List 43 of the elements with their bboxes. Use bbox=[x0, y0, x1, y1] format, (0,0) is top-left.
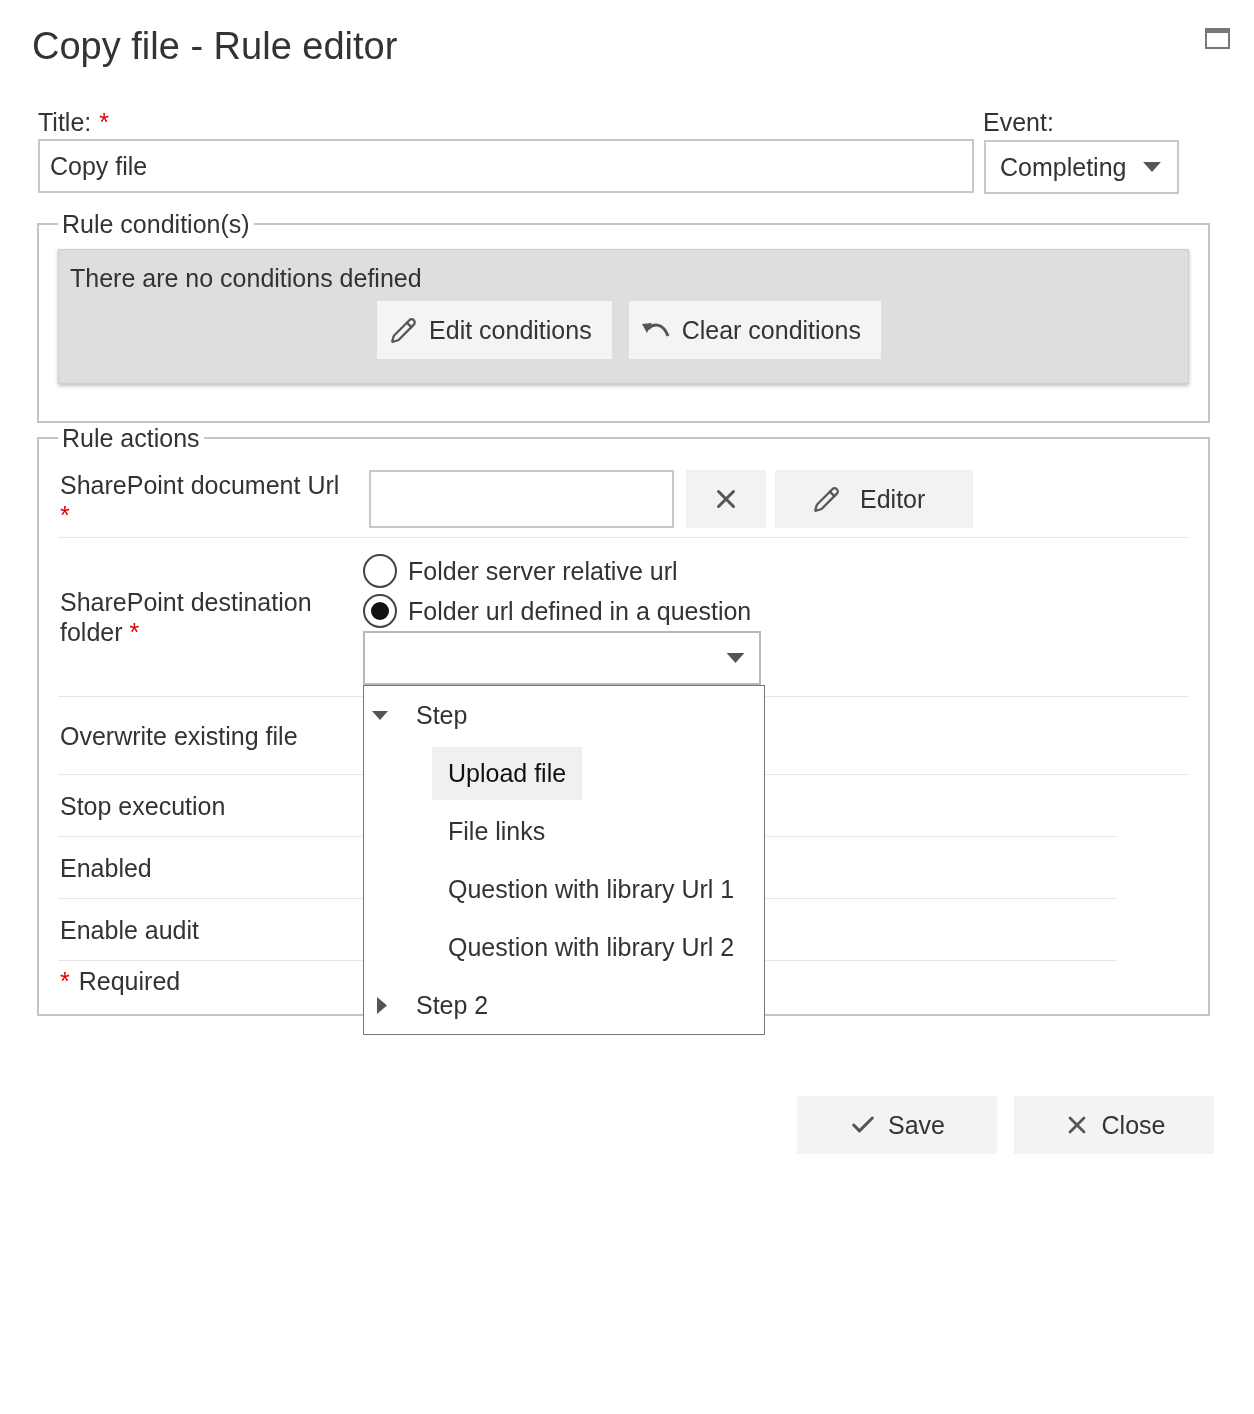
tree-item[interactable]: File links bbox=[432, 804, 562, 858]
title-input[interactable]: Copy file bbox=[38, 139, 974, 193]
section-legend: Rule actions bbox=[58, 423, 204, 453]
required-asterisk: * bbox=[60, 966, 70, 996]
tree-node-label[interactable]: Step 2 bbox=[416, 990, 489, 1020]
save-button[interactable]: Save bbox=[797, 1096, 997, 1154]
editor-button[interactable]: Editor bbox=[775, 470, 973, 528]
required-asterisk: * bbox=[99, 107, 109, 137]
field-label: Overwrite existing file bbox=[60, 720, 298, 751]
edit-conditions-button[interactable]: Edit conditions bbox=[377, 301, 612, 359]
tree-node-label[interactable]: Step bbox=[416, 700, 468, 730]
field-label: Title: bbox=[38, 107, 92, 137]
pencil-icon bbox=[813, 485, 840, 513]
pencil-icon bbox=[390, 316, 418, 344]
tree-item[interactable]: Question with library Url 1 bbox=[432, 862, 751, 916]
maximize-icon[interactable] bbox=[1205, 28, 1230, 49]
field-label: Event: bbox=[983, 107, 1054, 137]
close-button[interactable]: Close bbox=[1014, 1096, 1214, 1154]
undo-icon bbox=[641, 321, 670, 339]
caret-right-icon[interactable] bbox=[377, 996, 387, 1014]
tree-item[interactable]: Upload file bbox=[432, 746, 583, 800]
conditions-message: There are no conditions defined bbox=[70, 264, 422, 292]
field-label: Stop execution bbox=[60, 790, 226, 821]
radio-label[interactable]: Folder url defined in a question bbox=[408, 596, 752, 626]
caret-down-icon[interactable] bbox=[1143, 162, 1161, 172]
clear-conditions-button[interactable]: Clear conditions bbox=[628, 301, 881, 359]
required-asterisk: * bbox=[60, 501, 70, 529]
field-label: Enabled bbox=[60, 852, 152, 883]
radio-button[interactable] bbox=[363, 594, 397, 628]
field-label: SharePoint destination folder * bbox=[60, 587, 313, 647]
radio-label[interactable]: Folder server relative url bbox=[408, 556, 678, 586]
dialog-title: Copy file - Rule editor bbox=[32, 24, 398, 69]
tree-item[interactable]: Question with library Url 2 bbox=[432, 920, 751, 974]
required-note: Required bbox=[78, 966, 181, 996]
radio-button[interactable] bbox=[363, 554, 397, 588]
caret-down-icon[interactable] bbox=[726, 653, 745, 663]
field-label: SharePoint document Url bbox=[60, 471, 340, 499]
clear-url-button[interactable] bbox=[686, 470, 766, 528]
section-legend: Rule condition(s) bbox=[58, 209, 254, 239]
field-label: Enable audit bbox=[60, 914, 199, 945]
caret-down-icon[interactable] bbox=[372, 710, 388, 720]
event-select[interactable]: Completing bbox=[984, 140, 1179, 194]
url-input[interactable] bbox=[369, 470, 674, 528]
